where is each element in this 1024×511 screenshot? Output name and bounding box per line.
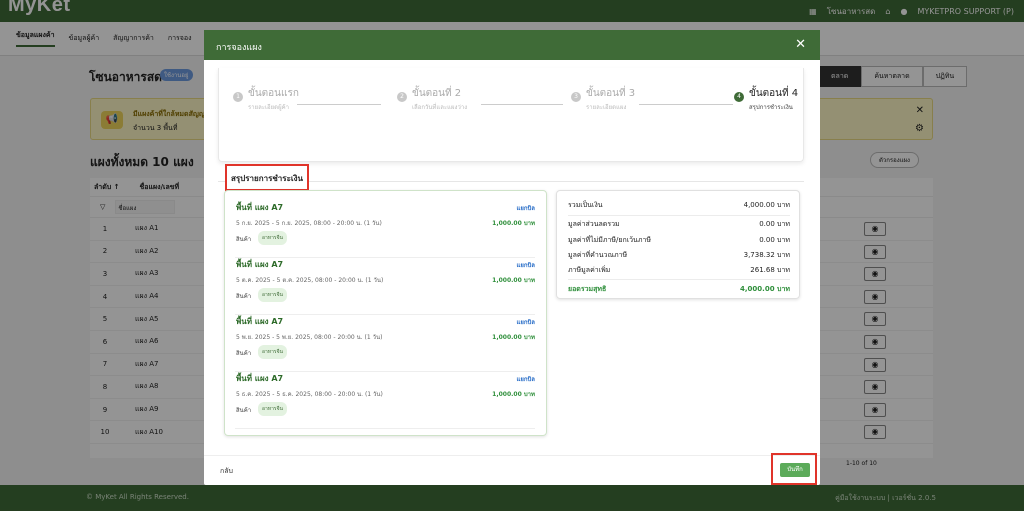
step-number: 4 <box>734 92 744 102</box>
step-1[interactable]: 1 ขั้นตอนแรก รายละเอียดผู้ค้า <box>233 86 299 112</box>
booking-date: 5 ก.ย. 2025 - 5 ก.ย. 2025, 08:00 - 20:00… <box>236 220 382 227</box>
step-name: ขั้นตอนแรก <box>248 88 299 99</box>
taxable-row: มูลค่าที่คำนวณภาษี 3,738.32 บาท <box>568 250 790 262</box>
payment-totals: รวมเป็นเงิน 4,000.00 บาท มูลค่าส่วนลดรวม… <box>556 190 800 299</box>
booking-modal: การจองแผง ✕ 1 ขั้นตอนแรก รายละเอียดผู้ค้… <box>204 30 820 485</box>
step-2[interactable]: 2 ขั้นตอนที่ 2 เลือกวันที่และแผงว่าง <box>397 86 467 112</box>
step-description: สรุปการชำระเงิน <box>749 104 793 111</box>
list-item: พื้นที่ แผง A7 แยกบิล 5 ธ.ค. 2025 - 5 ธ.… <box>235 372 535 429</box>
booth-name: พื้นที่ แผง A7 <box>236 317 284 326</box>
net-total-value: 4,000.00 บาท <box>740 285 790 293</box>
discount-row: มูลค่าส่วนลดรวม 0.00 บาท <box>568 219 790 231</box>
save-button[interactable]: บันทึก <box>780 463 810 477</box>
step-connector <box>481 104 563 105</box>
discount-value: 0.00 บาท <box>759 220 790 228</box>
vat-value: 261.68 บาท <box>750 266 790 274</box>
modal-footer-divider <box>204 455 820 456</box>
nonvat-label: มูลค่าที่ไม่มีภาษี/ยกเว้นภาษี <box>568 236 652 244</box>
booth-name: พื้นที่ แผง A7 <box>236 203 284 212</box>
category-label: สินค้า <box>236 407 252 414</box>
booking-date: 5 ธ.ค. 2025 - 5 ธ.ค. 2025, 08:00 - 20:00… <box>236 391 383 398</box>
step-name: ขั้นตอนที่ 4 <box>749 88 799 99</box>
billing-type: แยกบิล <box>516 376 535 383</box>
category-label: สินค้า <box>236 293 252 300</box>
list-item: พื้นที่ แผง A7 แยกบิล 5 พ.ย. 2025 - 5 พ.… <box>235 315 535 372</box>
category-tag: อาหารจีน <box>258 288 287 302</box>
nonvat-row: มูลค่าที่ไม่มีภาษี/ยกเว้นภาษี 0.00 บาท <box>568 235 790 247</box>
divider <box>568 215 790 216</box>
payment-summary-title: สรุปรายการชำระเงิน <box>225 164 309 191</box>
step-4[interactable]: 4 ขั้นตอนที่ 4 สรุปการชำระเงิน <box>734 86 798 112</box>
vat-row: ภาษีมูลค่าเพิ่ม 261.68 บาท <box>568 265 790 277</box>
step-description: รายละเอียดผู้ค้า <box>248 104 289 111</box>
modal-title: การจองแผง <box>216 43 262 53</box>
category-tag: อาหารจีน <box>258 402 287 416</box>
taxable-label: มูลค่าที่คำนวณภาษี <box>568 251 628 259</box>
billing-type: แยกบิล <box>516 205 535 212</box>
booking-date: 5 ต.ค. 2025 - 5 ต.ค. 2025, 08:00 - 20:00… <box>236 277 384 284</box>
booking-stepper: 1 ขั้นตอนแรก รายละเอียดผู้ค้า 2 ขั้นตอนท… <box>218 68 804 162</box>
billing-type: แยกบิล <box>516 319 535 326</box>
close-icon[interactable]: ✕ <box>795 37 806 52</box>
payment-summary-label: สรุปรายการชำระเงิน <box>231 174 303 183</box>
category-tag: อาหารจีน <box>258 345 287 359</box>
step-connector <box>297 104 381 105</box>
step-connector <box>639 104 733 105</box>
nonvat-value: 0.00 บาท <box>759 236 790 244</box>
booking-price: 1,000.00 บาท <box>492 334 535 341</box>
booking-list: พื้นที่ แผง A7 แยกบิล 5 ก.ย. 2025 - 5 ก.… <box>224 190 547 436</box>
billing-type: แยกบิล <box>516 262 535 269</box>
list-item: พื้นที่ แผง A7 แยกบิล 5 ต.ค. 2025 - 5 ต.… <box>235 258 535 315</box>
net-total-label: ยอดรวมสุทธิ <box>568 285 607 293</box>
divider <box>568 279 790 280</box>
step-number: 1 <box>233 92 243 102</box>
net-total-row: ยอดรวมสุทธิ 4,000.00 บาท <box>568 284 790 296</box>
subtotal-row: รวมเป็นเงิน 4,000.00 บาท <box>568 200 790 212</box>
category-label: สินค้า <box>236 236 252 243</box>
booking-price: 1,000.00 บาท <box>492 220 535 227</box>
booth-name: พื้นที่ แผง A7 <box>236 260 284 269</box>
taxable-value: 3,738.32 บาท <box>743 251 790 259</box>
back-button[interactable]: กลับ <box>220 466 233 477</box>
category-tag: อาหารจีน <box>258 231 287 245</box>
step-description: รายละเอียดแผง <box>586 104 627 111</box>
step-3[interactable]: 3 ขั้นตอนที่ 3 รายละเอียดแผง <box>571 86 635 112</box>
step-number: 3 <box>571 92 581 102</box>
booking-date: 5 พ.ย. 2025 - 5 พ.ย. 2025, 08:00 - 20:00… <box>236 334 383 341</box>
category-label: สินค้า <box>236 350 252 357</box>
modal-header: การจองแผง ✕ <box>204 30 820 60</box>
subtotal-label: รวมเป็นเงิน <box>568 201 603 209</box>
step-name: ขั้นตอนที่ 3 <box>586 88 636 99</box>
booking-price: 1,000.00 บาท <box>492 277 535 284</box>
discount-label: มูลค่าส่วนลดรวม <box>568 220 620 228</box>
step-number: 2 <box>397 92 407 102</box>
step-name: ขั้นตอนที่ 2 <box>412 88 462 99</box>
booking-price: 1,000.00 บาท <box>492 391 535 398</box>
step-description: เลือกวันที่และแผงว่าง <box>412 104 468 111</box>
booth-name: พื้นที่ แผง A7 <box>236 374 284 383</box>
save-button-highlight: บันทึก <box>771 453 817 485</box>
vat-label: ภาษีมูลค่าเพิ่ม <box>568 266 611 274</box>
subtotal-value: 4,000.00 บาท <box>743 201 790 209</box>
list-item: พื้นที่ แผง A7 แยกบิล 5 ก.ย. 2025 - 5 ก.… <box>235 201 535 258</box>
